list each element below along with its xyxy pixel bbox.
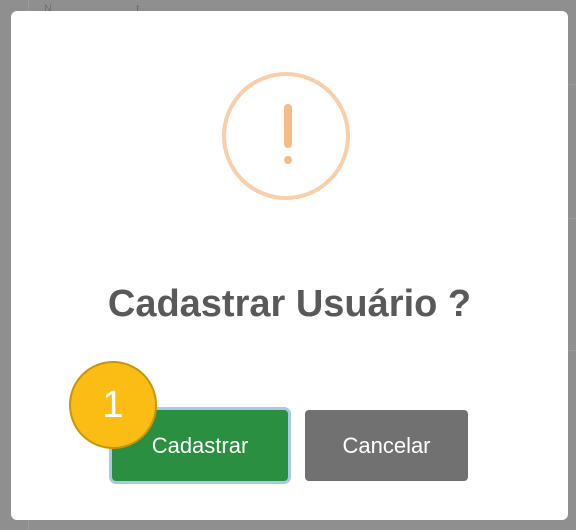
cancel-button[interactable]: Cancelar — [305, 410, 468, 481]
background-divider — [568, 350, 576, 351]
background-divider — [568, 218, 576, 219]
step-marker-badge: 1 — [69, 361, 157, 449]
warning-icon-dot — [284, 156, 292, 164]
exclamation-warning-icon — [222, 72, 350, 200]
warning-icon-bar — [284, 104, 292, 148]
background-divider — [568, 84, 576, 85]
dialog-title: Cadastrar Usuário ? — [107, 283, 472, 325]
